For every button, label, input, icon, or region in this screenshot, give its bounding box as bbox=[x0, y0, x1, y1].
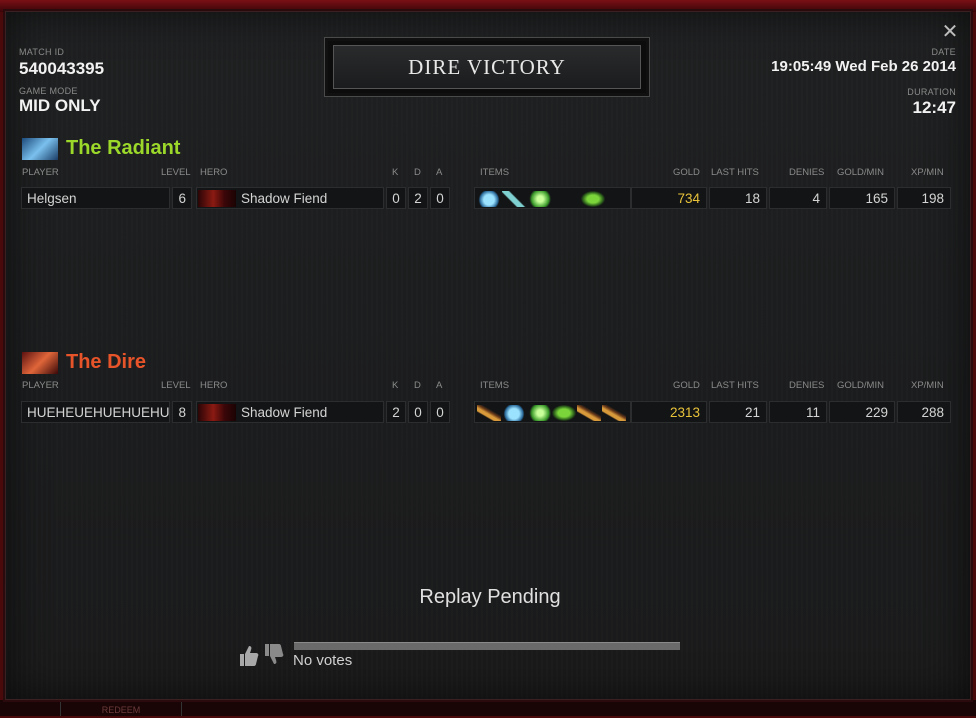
col-gold: GOLD bbox=[673, 167, 700, 178]
leaf-icon[interactable] bbox=[581, 191, 605, 207]
green-boots-icon[interactable] bbox=[527, 405, 551, 421]
blue-orb-icon[interactable] bbox=[502, 405, 526, 421]
shadow-fiend-portrait-icon bbox=[198, 404, 236, 421]
col-player: PLAYER bbox=[22, 167, 59, 178]
radiant-icon bbox=[22, 138, 58, 160]
match-date: 19:05:49 Wed Feb 26 2014 bbox=[771, 58, 956, 75]
col-assists: A bbox=[436, 167, 443, 178]
deaths: 0 bbox=[408, 401, 428, 423]
hero-name: Shadow Fiend bbox=[241, 405, 328, 420]
col-gold-min: GOLD/MIN bbox=[837, 380, 884, 391]
blue-orb-icon[interactable] bbox=[477, 191, 501, 207]
match-duration: 12:47 bbox=[912, 98, 956, 117]
claw-icon[interactable] bbox=[602, 405, 626, 421]
dire-team-name: The Dire bbox=[66, 351, 147, 373]
col-deaths: D bbox=[414, 380, 421, 391]
close-icon[interactable]: ✕ bbox=[940, 22, 960, 42]
kills: 2 bbox=[386, 401, 406, 423]
replay-status: Replay Pending bbox=[419, 586, 561, 608]
gold: 734 bbox=[631, 187, 707, 209]
match-id-label: MATCH ID bbox=[19, 47, 65, 57]
claw-icon[interactable] bbox=[577, 405, 601, 421]
hero-name: Shadow Fiend bbox=[241, 191, 328, 206]
col-xp-min: XP/MIN bbox=[911, 167, 944, 178]
col-hero: HERO bbox=[200, 167, 228, 178]
col-last-hits: LAST HITS bbox=[711, 380, 759, 391]
kills: 0 bbox=[386, 187, 406, 209]
thumbs-up-icon[interactable] bbox=[238, 642, 260, 668]
player-level: 8 bbox=[172, 401, 192, 423]
col-hero: HERO bbox=[200, 380, 228, 391]
assists: 0 bbox=[430, 401, 450, 423]
wand-icon[interactable] bbox=[502, 191, 526, 207]
dire-player-row[interactable]: HUEHEUEHUEHUEHUEHU 8 Shadow Fiend 2 0 0 … bbox=[21, 401, 951, 423]
xp-per-min: 198 bbox=[897, 187, 951, 209]
col-deaths: D bbox=[414, 167, 421, 178]
denies: 4 bbox=[769, 187, 827, 209]
redeem-tab[interactable]: REDEEM bbox=[60, 702, 182, 716]
col-kills: K bbox=[392, 380, 399, 391]
col-assists: A bbox=[436, 380, 443, 391]
col-gold-min: GOLD/MIN bbox=[837, 167, 884, 178]
leaf-icon[interactable] bbox=[552, 405, 576, 421]
gold-per-min: 229 bbox=[829, 401, 895, 423]
col-items: ITEMS bbox=[480, 380, 510, 391]
hero-cell: Shadow Fiend bbox=[196, 187, 384, 209]
vote-count: No votes bbox=[293, 652, 353, 669]
player-name[interactable]: HUEHEUEHUEHUEHUEHU bbox=[21, 401, 170, 423]
col-last-hits: LAST HITS bbox=[711, 167, 759, 178]
dire-icon bbox=[22, 352, 58, 374]
hero-cell: Shadow Fiend bbox=[196, 401, 384, 423]
result-banner: DIRE VICTORY bbox=[324, 37, 650, 97]
col-items: ITEMS bbox=[480, 167, 510, 178]
last-hits: 18 bbox=[709, 187, 767, 209]
radiant-player-row[interactable]: Helgsen 6 Shadow Fiend 0 2 0 734 18 4 16… bbox=[21, 187, 951, 209]
assists: 0 bbox=[430, 187, 450, 209]
vote-bar bbox=[294, 642, 680, 650]
result-text: DIRE VICTORY bbox=[333, 45, 641, 89]
deaths: 2 bbox=[408, 187, 428, 209]
col-level: LEVEL bbox=[161, 380, 191, 391]
col-gold: GOLD bbox=[673, 380, 700, 391]
col-denies: DENIES bbox=[789, 380, 825, 391]
thumbs-down-icon[interactable] bbox=[263, 642, 285, 668]
col-level: LEVEL bbox=[161, 167, 191, 178]
col-xp-min: XP/MIN bbox=[911, 380, 944, 391]
game-mode-label: GAME MODE bbox=[19, 86, 78, 96]
window-bottom-bar: REDEEM bbox=[0, 700, 976, 716]
radiant-team-name: The Radiant bbox=[66, 137, 181, 159]
shadow-fiend-portrait-icon bbox=[198, 190, 236, 207]
claw-icon[interactable] bbox=[477, 405, 501, 421]
denies: 11 bbox=[769, 401, 827, 423]
player-level: 6 bbox=[172, 187, 192, 209]
items-cell bbox=[474, 187, 631, 209]
col-denies: DENIES bbox=[789, 167, 825, 178]
gold-per-min: 165 bbox=[829, 187, 895, 209]
last-hits: 21 bbox=[709, 401, 767, 423]
player-name[interactable]: Helgsen bbox=[21, 187, 170, 209]
xp-per-min: 288 bbox=[897, 401, 951, 423]
gold: 2313 bbox=[631, 401, 707, 423]
match-id: 540043395 bbox=[19, 59, 105, 78]
col-player: PLAYER bbox=[22, 380, 59, 391]
date-label: DATE bbox=[931, 47, 956, 57]
game-mode: MID ONLY bbox=[19, 96, 101, 115]
col-kills: K bbox=[392, 167, 399, 178]
duration-label: DURATION bbox=[907, 87, 956, 97]
items-cell bbox=[474, 401, 631, 423]
green-boots-icon[interactable] bbox=[527, 191, 551, 207]
